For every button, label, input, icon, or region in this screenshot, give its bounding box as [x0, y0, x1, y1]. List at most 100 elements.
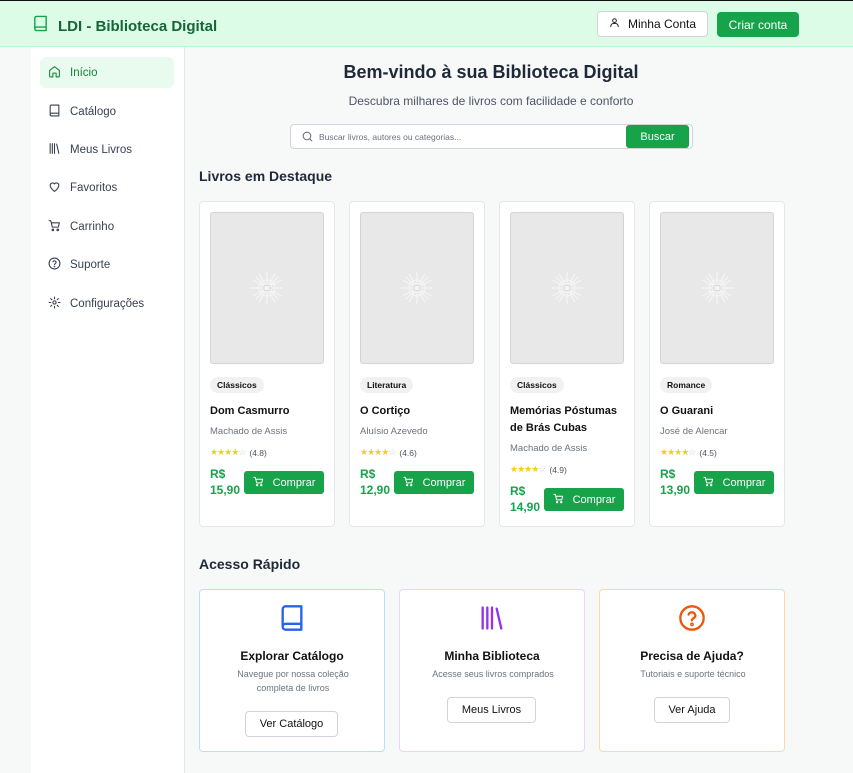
rating-value: (4.8): [249, 447, 267, 458]
book-cover: [360, 212, 474, 364]
book-icon: [48, 104, 61, 120]
image-placeholder-icon: [251, 272, 283, 304]
buy-label: Comprar: [272, 476, 316, 489]
quick-card-title: Minha Biblioteca: [444, 649, 540, 663]
sidebar-item-catalogo[interactable]: Catálogo: [40, 96, 174, 127]
buy-label: Comprar: [422, 476, 466, 489]
my-books-button[interactable]: Meus Livros: [447, 697, 536, 723]
quick-card-library: Minha Biblioteca Acesse seus livros comp…: [399, 589, 585, 752]
book-card[interactable]: Clássicos Memórias Póstumas de Brás Cuba…: [499, 201, 635, 527]
category-badge: Romance: [660, 377, 713, 393]
sidebar-item-label: Suporte: [70, 258, 111, 271]
image-placeholder-icon: [551, 272, 583, 304]
quick-card-catalog: Explorar Catálogo Navegue por nossa cole…: [199, 589, 385, 752]
book-logo-icon: [32, 14, 49, 38]
buy-button[interactable]: Comprar: [394, 471, 474, 494]
book-rating: ★★★★☆ (4.8): [210, 447, 267, 458]
sidebar-item-label: Catálogo: [70, 105, 117, 118]
view-catalog-button[interactable]: Ver Catálogo: [245, 711, 338, 737]
rating-value: (4.5): [699, 447, 717, 458]
quick-card-title: Precisa de Ajuda?: [640, 649, 744, 663]
search-button[interactable]: Buscar: [626, 125, 689, 148]
quick-card-desc: Acesse seus livros comprados: [432, 669, 554, 679]
book-rating: ★★★★☆ (4.9): [510, 464, 567, 475]
sidebar-item-label: Carrinho: [70, 220, 115, 233]
top-header: LDI - Biblioteca Digital Minha Conta Cri…: [0, 0, 853, 47]
book-cover: [210, 212, 324, 364]
book-title[interactable]: O Cortiço: [360, 403, 476, 420]
buy-button[interactable]: Comprar: [694, 471, 774, 494]
rating-stars: ★★★★☆: [210, 447, 246, 457]
sidebar-item-suporte[interactable]: Suporte: [40, 249, 174, 280]
book-author: Machado de Assis: [210, 426, 288, 437]
page-title: Bem-vindo à sua Biblioteca Digital: [343, 62, 639, 82]
quick-card-desc: Tutoriais e suporte técnico: [640, 669, 746, 679]
book-rating: ★★★★☆ (4.6): [360, 447, 417, 458]
search-bar: Buscar: [290, 124, 693, 149]
book-card[interactable]: Clássicos Dom Casmurro Machado de Assis …: [199, 201, 335, 527]
buy-label: Comprar: [722, 476, 766, 489]
user-icon: [609, 17, 620, 31]
book-title[interactable]: O Guarani: [660, 403, 776, 420]
cart-icon: [553, 493, 564, 507]
book-price: R$ 14,90: [510, 484, 541, 514]
book-price: R$ 15,90: [210, 467, 241, 497]
cart-icon: [703, 476, 714, 490]
book-title[interactable]: Memórias Póstumas de Brás Cubas: [510, 403, 626, 437]
help-circle-icon: [48, 257, 61, 273]
quick-card-desc: Navegue por nossa coleção completa de li…: [237, 669, 349, 693]
book-author: José de Alencar: [660, 426, 728, 437]
rating-value: (4.6): [399, 447, 417, 458]
rating-value: (4.9): [549, 464, 567, 475]
view-help-button[interactable]: Ver Ajuda: [654, 697, 730, 723]
sidebar-item-meus-livros[interactable]: Meus Livros: [40, 134, 174, 165]
search-icon: [301, 130, 314, 148]
image-placeholder-icon: [401, 272, 433, 304]
sidebar-item-label: Início: [70, 66, 98, 79]
cart-icon: [403, 476, 414, 490]
buy-label: Comprar: [572, 493, 616, 506]
book-icon: [200, 604, 384, 632]
library-icon: [48, 142, 61, 158]
app-title: LDI - Biblioteca Digital: [58, 17, 218, 35]
rating-stars: ★★★★☆: [660, 447, 696, 457]
category-badge: Clássicos: [210, 377, 264, 393]
rating-stars: ★★★★☆: [510, 464, 546, 474]
page-subtitle: Descubra milhares de livros com facilida…: [348, 94, 634, 108]
buy-button[interactable]: Comprar: [544, 488, 624, 511]
sidebar: Início Catálogo Meus Livros Favoritos Ca…: [31, 47, 185, 773]
book-card[interactable]: Literatura O Cortiço Aluísio Azevedo ★★★…: [349, 201, 485, 527]
brand[interactable]: LDI - Biblioteca Digital: [32, 14, 217, 38]
heart-icon: [48, 180, 61, 196]
category-badge: Literatura: [360, 377, 414, 393]
sidebar-item-carrinho[interactable]: Carrinho: [40, 211, 174, 242]
buy-button[interactable]: Comprar: [244, 471, 324, 494]
rating-stars: ★★★★☆: [360, 447, 396, 457]
category-badge: Clássicos: [510, 377, 564, 393]
sidebar-item-favoritos[interactable]: Favoritos: [40, 172, 174, 203]
library-icon: [400, 604, 584, 632]
book-rating: ★★★★☆ (4.5): [660, 447, 717, 458]
sidebar-item-inicio[interactable]: Início: [40, 57, 174, 88]
cart-icon: [48, 219, 61, 235]
main-content: Bem-vindo à sua Biblioteca Digital Descu…: [185, 47, 853, 773]
book-cover: [660, 212, 774, 364]
quick-access-title: Acesso Rápido: [199, 556, 301, 572]
book-title[interactable]: Dom Casmurro: [210, 403, 326, 420]
quick-card-title: Explorar Catálogo: [240, 649, 344, 663]
account-button[interactable]: Minha Conta: [597, 11, 708, 37]
image-placeholder-icon: [701, 272, 733, 304]
sidebar-item-label: Meus Livros: [70, 143, 132, 156]
book-card[interactable]: Romance O Guarani José de Alencar ★★★★☆ …: [649, 201, 785, 527]
book-author: Machado de Assis: [510, 443, 588, 454]
search-input[interactable]: [319, 129, 619, 145]
featured-section-title: Livros em Destaque: [199, 168, 333, 184]
account-label: Minha Conta: [627, 17, 697, 31]
create-account-button[interactable]: Criar conta: [717, 12, 799, 37]
home-icon: [48, 65, 61, 81]
sidebar-item-configuracoes[interactable]: Configurações: [40, 288, 174, 319]
gear-icon: [48, 296, 61, 312]
book-price: R$ 13,90: [660, 467, 691, 497]
book-price: R$ 12,90: [360, 467, 391, 497]
sidebar-item-label: Favoritos: [70, 181, 118, 194]
